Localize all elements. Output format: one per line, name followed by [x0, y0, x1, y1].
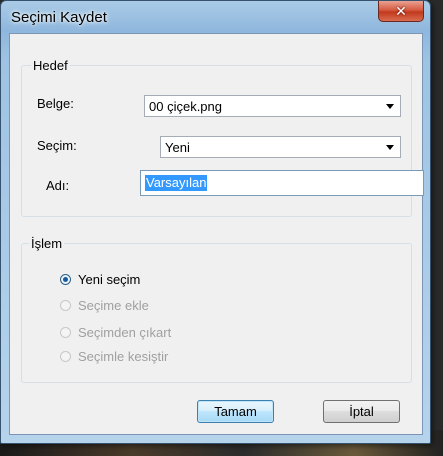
window-title: Seçimi Kaydet	[11, 9, 107, 26]
operation-group-legend: İşlem	[29, 236, 65, 251]
cancel-button[interactable]: İptal	[323, 400, 400, 423]
document-dropdown[interactable]: 00 çiçek.png	[144, 95, 401, 117]
radio-add-to-selection: Seçime ekle	[60, 296, 149, 314]
radio-button-disabled	[60, 350, 71, 362]
close-icon: ✕	[395, 3, 407, 19]
radio-button-disabled	[60, 299, 71, 311]
radio-new-selection[interactable]: Yeni seçim	[60, 270, 140, 288]
chevron-down-icon	[386, 145, 394, 150]
close-button[interactable]: ✕	[378, 1, 424, 22]
name-input[interactable]: Varsayılan	[140, 170, 424, 196]
target-group-legend: Hedef	[31, 58, 70, 73]
radio-subtract-from-selection: Seçimden çıkart	[60, 323, 171, 341]
radio-button-checked[interactable]	[60, 273, 71, 285]
radio-label: Seçimle kesiştir	[78, 348, 169, 364]
document-label: Belge:	[37, 96, 74, 111]
operation-group: İşlem Yeni seçim Seçime ekle Seçimden çı…	[21, 236, 412, 383]
radio-button-disabled	[60, 326, 71, 338]
name-label: Adı:	[46, 178, 70, 193]
radio-label: Seçimden çıkart	[78, 324, 172, 340]
document-dropdown-value: 00 çiçek.png	[149, 99, 222, 114]
selection-dropdown[interactable]: Yeni	[160, 136, 401, 158]
selection-dropdown-value: Yeni	[165, 140, 190, 155]
dialog-window: Seçimi Kaydet ✕ Hedef Belge: 00 çiçek.pn…	[0, 0, 431, 444]
target-group: Hedef Belge: 00 çiçek.png Seçim: Yeni Ad…	[21, 58, 424, 217]
name-input-selected-text: Varsayılan	[145, 175, 208, 191]
radio-label: Seçime ekle	[78, 297, 149, 313]
title-bar[interactable]: Seçimi Kaydet ✕	[1, 1, 430, 33]
radio-intersect-with-selection: Seçimle kesiştir	[60, 347, 168, 365]
selection-label: Seçim:	[37, 138, 77, 153]
dialog-client-area: Hedef Belge: 00 çiçek.png Seçim: Yeni Ad…	[9, 33, 424, 435]
chevron-down-icon	[386, 104, 394, 109]
radio-label: Yeni seçim	[78, 271, 141, 287]
ok-button[interactable]: Tamam	[197, 400, 274, 423]
